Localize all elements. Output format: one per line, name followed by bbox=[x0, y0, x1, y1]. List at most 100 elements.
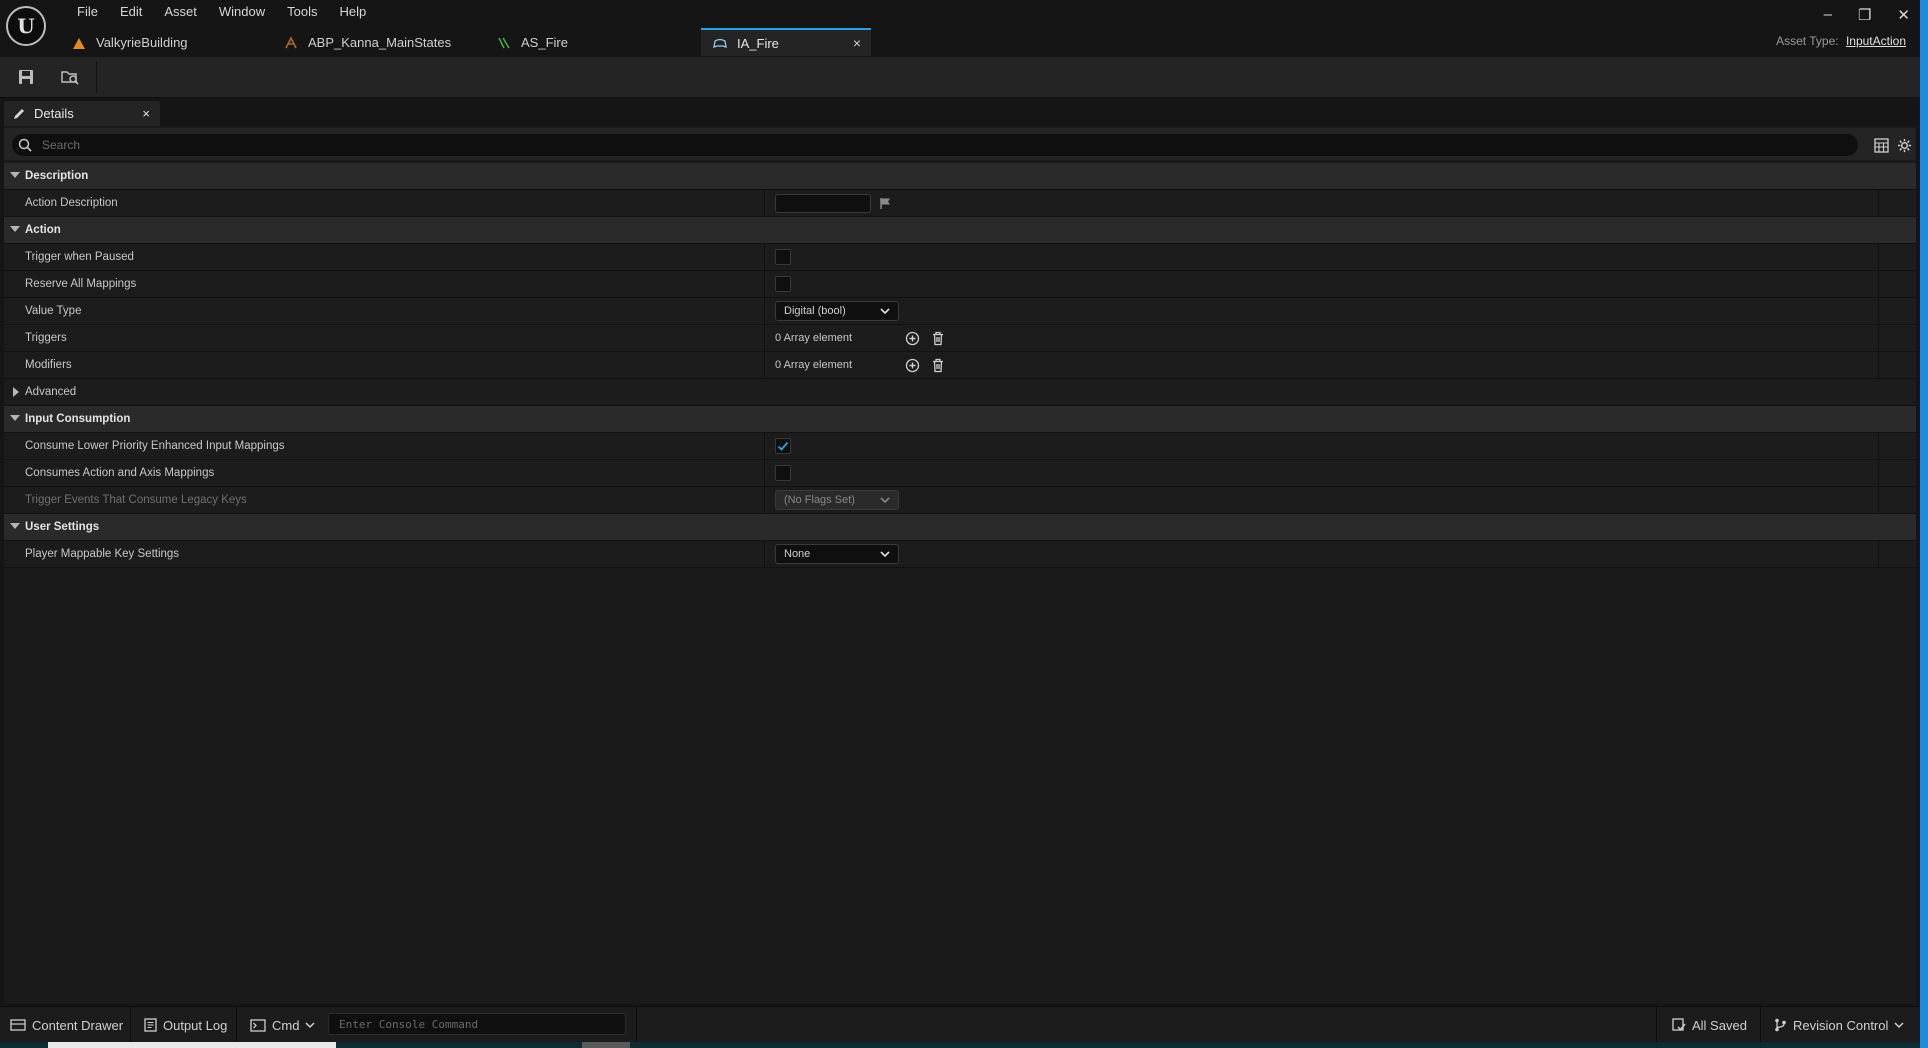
expand-arrow-icon bbox=[10, 172, 20, 178]
column-divider bbox=[1878, 460, 1879, 486]
console-command-input[interactable] bbox=[337, 1016, 625, 1032]
asset-type-link[interactable]: InputAction bbox=[1846, 34, 1906, 48]
close-window-icon[interactable]: ✕ bbox=[1897, 6, 1910, 24]
unreal-logo-icon[interactable]: U bbox=[6, 6, 46, 46]
tab-valkyrie-building[interactable]: ValkyrieBuilding bbox=[72, 28, 272, 57]
property-row-trigger-events-legacy: Trigger Events That Consume Legacy Keys … bbox=[4, 487, 1916, 514]
separator bbox=[236, 1007, 237, 1043]
column-divider bbox=[764, 460, 765, 486]
property-matrix-icon[interactable] bbox=[1871, 135, 1891, 155]
taskbar-item bbox=[582, 1042, 630, 1048]
menu-window[interactable]: Window bbox=[208, 3, 276, 21]
consume-lower-priority-checkbox[interactable] bbox=[775, 438, 791, 454]
menu-asset[interactable]: Asset bbox=[153, 3, 208, 21]
anim-sequence-icon bbox=[497, 36, 511, 50]
menu-help[interactable]: Help bbox=[328, 3, 377, 21]
add-element-icon[interactable] bbox=[903, 356, 921, 374]
property-row-triggers: Triggers 0 Array element bbox=[4, 325, 1916, 352]
settings-gear-icon[interactable] bbox=[1894, 135, 1914, 155]
category-label: Action bbox=[25, 224, 61, 236]
property-row-modifiers: Modifiers 0 Array element bbox=[4, 352, 1916, 379]
output-log-icon bbox=[144, 1018, 157, 1032]
tab-abp-kanna-mainstates[interactable]: ABP_Kanna_MainStates bbox=[284, 28, 484, 57]
column-divider bbox=[1878, 325, 1879, 351]
localization-flag-icon[interactable] bbox=[879, 197, 892, 210]
tab-ia-fire[interactable]: IA_Fire × bbox=[701, 28, 871, 56]
menu-file[interactable]: File bbox=[66, 3, 109, 21]
cmd-dropdown[interactable]: Cmd bbox=[250, 1007, 315, 1043]
property-row-trigger-when-paused: Trigger when Paused bbox=[4, 244, 1916, 271]
value-type-dropdown[interactable]: Digital (bool) bbox=[775, 301, 899, 321]
property-row-consumes-action-axis: Consumes Action and Axis Mappings bbox=[4, 460, 1916, 487]
chevron-down-icon bbox=[880, 550, 890, 558]
window-controls: – ❐ ✕ bbox=[1824, 6, 1910, 24]
all-saved-label: All Saved bbox=[1692, 1017, 1747, 1033]
terminal-icon bbox=[250, 1018, 266, 1032]
property-row-value-type: Value Type Digital (bool) bbox=[4, 298, 1916, 325]
trigger-events-dropdown: (No Flags Set) bbox=[775, 490, 899, 510]
search-icon bbox=[18, 138, 32, 152]
revision-control-button[interactable]: Revision Control bbox=[1774, 1007, 1904, 1043]
minimize-icon[interactable]: – bbox=[1824, 6, 1832, 24]
column-divider bbox=[764, 433, 765, 459]
player-mappable-key-dropdown[interactable]: None bbox=[775, 544, 899, 564]
separator bbox=[1656, 1007, 1657, 1043]
revision-control-label: Revision Control bbox=[1793, 1017, 1889, 1033]
trash-icon[interactable] bbox=[929, 329, 947, 347]
restore-icon[interactable]: ❐ bbox=[1858, 6, 1871, 24]
reserve-all-mappings-checkbox[interactable] bbox=[775, 276, 791, 292]
subcategory-advanced[interactable]: Advanced bbox=[4, 379, 1916, 406]
taskbar-item bbox=[48, 1042, 336, 1048]
details-tab-label: Details bbox=[34, 106, 74, 121]
checkmark-icon bbox=[777, 441, 789, 451]
search-box[interactable] bbox=[12, 134, 1858, 156]
action-description-input[interactable] bbox=[775, 193, 871, 213]
search-input[interactable] bbox=[40, 137, 1858, 153]
chevron-down-icon bbox=[305, 1021, 315, 1029]
level-icon bbox=[72, 36, 86, 50]
add-element-icon[interactable] bbox=[903, 329, 921, 347]
content-drawer-label: Content Drawer bbox=[32, 1017, 124, 1033]
expand-arrow-icon bbox=[10, 415, 20, 421]
tab-label: ValkyrieBuilding bbox=[96, 35, 188, 50]
category-description[interactable]: Description bbox=[4, 163, 1916, 190]
expand-arrow-icon bbox=[10, 226, 20, 232]
property-label: Value Type bbox=[25, 305, 82, 317]
tab-details[interactable]: Details × bbox=[4, 101, 160, 126]
property-row-reserve-all-mappings: Reserve All Mappings bbox=[4, 271, 1916, 298]
category-input-consumption[interactable]: Input Consumption bbox=[4, 406, 1916, 433]
save-icon[interactable] bbox=[14, 65, 38, 89]
consumes-action-axis-checkbox[interactable] bbox=[775, 465, 791, 481]
content-drawer-button[interactable]: Content Drawer bbox=[10, 1007, 123, 1043]
menu-edit[interactable]: Edit bbox=[109, 3, 153, 21]
column-divider bbox=[764, 352, 765, 378]
all-saved-button[interactable]: All Saved bbox=[1672, 1007, 1747, 1043]
saved-icon bbox=[1672, 1018, 1686, 1032]
property-row-action-description: Action Description bbox=[4, 190, 1916, 217]
category-user-settings[interactable]: User Settings bbox=[4, 514, 1916, 541]
console-command-box[interactable] bbox=[328, 1013, 626, 1035]
property-label: Triggers bbox=[25, 332, 67, 344]
menu-tools[interactable]: Tools bbox=[276, 3, 328, 21]
column-divider bbox=[1878, 487, 1879, 513]
column-divider bbox=[1878, 433, 1879, 459]
output-log-button[interactable]: Output Log bbox=[144, 1007, 227, 1043]
separator bbox=[1760, 1007, 1761, 1043]
category-action[interactable]: Action bbox=[4, 217, 1916, 244]
tab-as-fire[interactable]: AS_Fire bbox=[497, 28, 697, 57]
trash-icon[interactable] bbox=[929, 356, 947, 374]
column-divider bbox=[1878, 190, 1879, 216]
trigger-when-paused-checkbox[interactable] bbox=[775, 249, 791, 265]
array-count: 0 Array element bbox=[775, 359, 853, 371]
column-divider bbox=[1878, 298, 1879, 324]
output-log-label: Output Log bbox=[163, 1017, 228, 1033]
column-divider bbox=[764, 190, 765, 216]
close-icon[interactable]: × bbox=[142, 106, 150, 121]
browse-to-asset-icon[interactable] bbox=[58, 65, 82, 89]
asset-type-label: Asset Type: bbox=[1776, 34, 1839, 48]
close-icon[interactable]: × bbox=[853, 35, 861, 51]
details-tab-strip bbox=[0, 98, 1920, 126]
separator bbox=[636, 1007, 637, 1043]
column-divider bbox=[1878, 541, 1879, 567]
category-label: Description bbox=[25, 170, 89, 182]
